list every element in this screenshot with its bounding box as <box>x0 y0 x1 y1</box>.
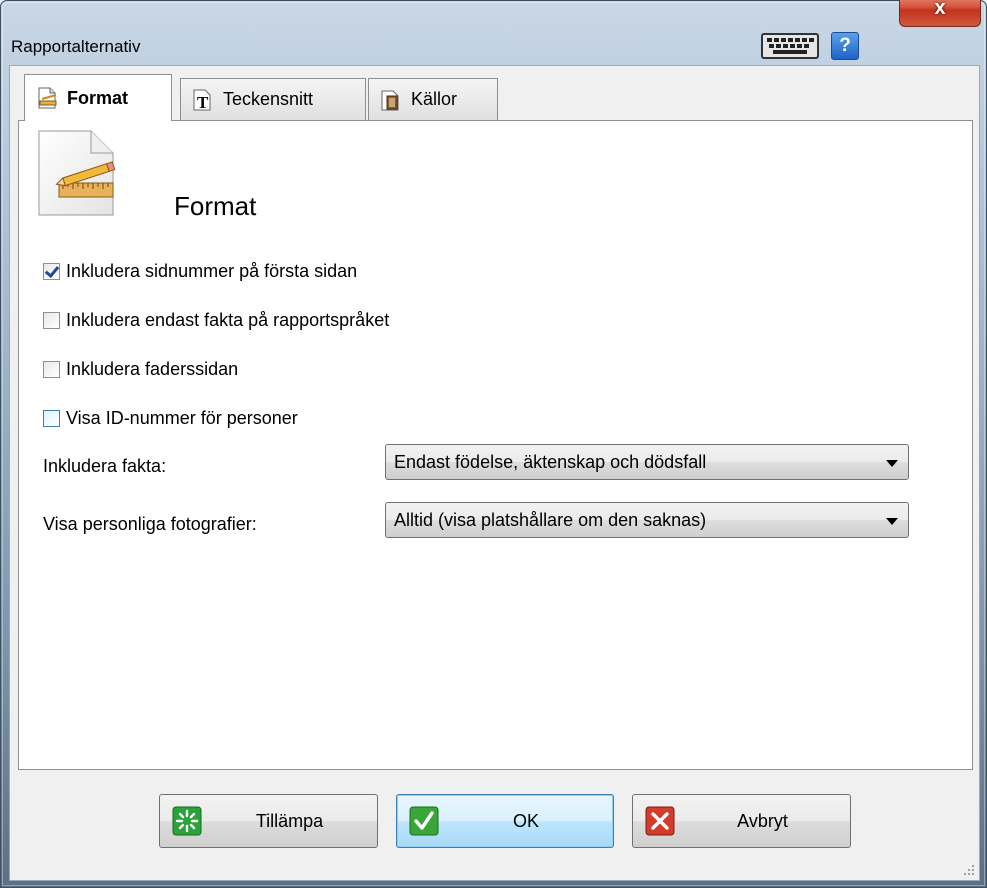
svg-text:T: T <box>197 93 209 112</box>
checkbox-label: Inkludera sidnummer på första sidan <box>66 261 358 281</box>
apply-button[interactable]: Tillämpa <box>159 794 378 848</box>
checkbox-label: Inkludera endast fakta på rapportspråket <box>66 310 390 330</box>
personal-photos-value: Alltid (visa platshållare om den saknas) <box>394 510 707 530</box>
format-tab-icon <box>38 87 57 109</box>
help-button[interactable]: ? <box>831 32 859 60</box>
keyboard-icon[interactable] <box>761 31 819 61</box>
resize-grip-icon[interactable] <box>961 862 975 876</box>
checkbox-box[interactable] <box>43 361 60 378</box>
personal-photos-label: Visa personliga fotografier: <box>43 514 257 534</box>
checkbox-box[interactable] <box>43 410 60 427</box>
check-icon <box>409 806 439 836</box>
checkbox-include-father-page[interactable]: Inkludera faderssidan <box>43 359 238 380</box>
cancel-button-label: Avbryt <box>737 811 788 831</box>
checkbox-box[interactable] <box>43 263 60 280</box>
tab-kallor[interactable]: Källor <box>368 78 498 120</box>
include-facts-label: Inkludera fakta: <box>43 456 167 476</box>
tab-format[interactable]: Format <box>24 74 172 121</box>
window-title: Rapportalternativ <box>11 37 141 56</box>
dropdown-arrow-icon <box>886 460 898 467</box>
checkbox-box[interactable] <box>43 312 60 329</box>
dialog-window: Rapportalternativ ? x Format T Teckensni… <box>0 0 987 888</box>
apply-button-label: Tillämpa <box>255 811 324 831</box>
tab-format-label: Format <box>67 87 129 108</box>
tab-kallor-label: Källor <box>411 89 458 109</box>
format-tab-panel: Format Inkludera sidnummer på första sid… <box>18 120 973 770</box>
ok-button-label: OK <box>512 811 539 831</box>
close-button[interactable]: x <box>899 0 981 27</box>
dropdown-arrow-icon <box>886 518 898 525</box>
include-facts-select[interactable]: Endast födelse, äktenskap och dödsfall <box>385 444 909 480</box>
personal-photos-select[interactable]: Alltid (visa platshållare om den saknas) <box>385 502 909 538</box>
checkbox-label: Inkludera faderssidan <box>66 359 239 379</box>
format-document-icon <box>38 130 116 216</box>
tab-teckensnitt[interactable]: T Teckensnitt <box>180 78 366 120</box>
title-bar[interactable]: Rapportalternativ ? <box>9 11 980 65</box>
panel-heading: Format <box>174 191 257 221</box>
font-tab-icon: T <box>193 89 211 112</box>
dialog-client-area: Format T Teckensnitt Källor Format Inklu… <box>9 65 980 881</box>
include-facts-value: Endast födelse, äktenskap och dödsfall <box>394 452 707 472</box>
checkbox-only-report-language[interactable]: Inkludera endast fakta på rapportspråket <box>43 310 389 331</box>
sources-tab-icon <box>381 90 399 110</box>
checkbox-show-id-numbers[interactable]: Visa ID-nummer för personer <box>43 408 298 429</box>
apply-icon <box>172 806 202 836</box>
cancel-icon <box>645 806 675 836</box>
ok-button[interactable]: OK <box>396 794 614 848</box>
tab-teckensnitt-label: Teckensnitt <box>223 89 314 109</box>
cancel-button[interactable]: Avbryt <box>632 794 851 848</box>
tab-strip: Format T Teckensnitt Källor <box>18 74 978 121</box>
checkbox-label: Visa ID-nummer för personer <box>66 408 298 428</box>
checkbox-include-page-number[interactable]: Inkludera sidnummer på första sidan <box>43 261 357 282</box>
